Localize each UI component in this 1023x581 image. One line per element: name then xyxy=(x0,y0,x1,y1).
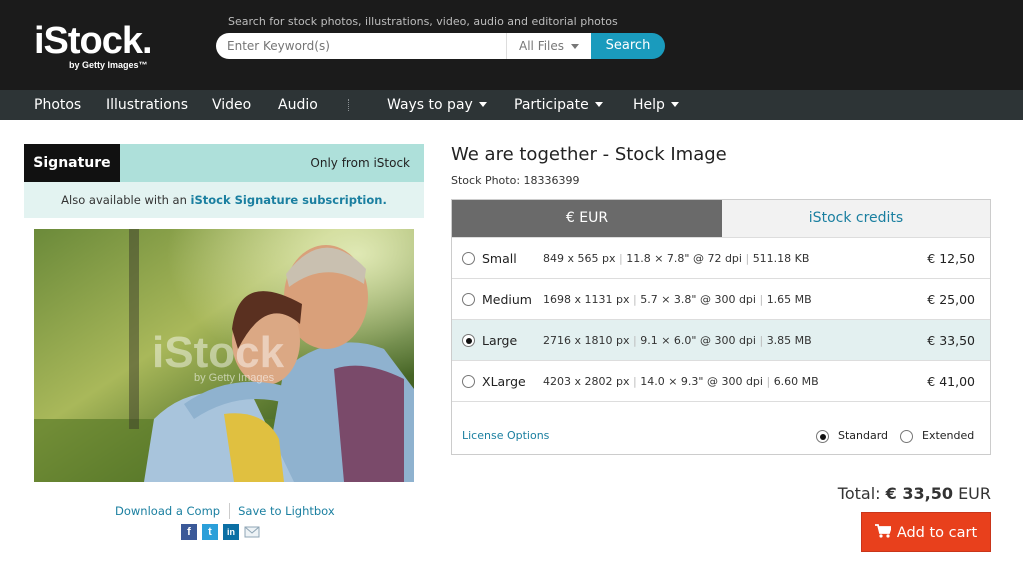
size-price: € 12,50 xyxy=(927,251,975,266)
size-inches: 5.7 × 3.8" @ 300 dpi xyxy=(640,293,756,306)
nav-ways-to-pay[interactable]: Ways to pay xyxy=(387,90,487,120)
photo-illustration: iStock by Getty Images xyxy=(34,229,414,482)
linkedin-icon[interactable]: in xyxy=(223,524,239,540)
license-extended-radio[interactable] xyxy=(900,430,913,443)
size-name: Small xyxy=(482,251,517,266)
save-to-lightbox-link[interactable]: Save to Lightbox xyxy=(238,504,335,518)
size-spec: 1698 x 1131 px | 5.7 × 3.8" @ 300 dpi | … xyxy=(543,293,812,306)
chevron-down-icon xyxy=(594,102,603,107)
total-label: Total: xyxy=(837,484,881,503)
signature-banner: Signature Only from iStock xyxy=(24,144,424,182)
size-radio[interactable] xyxy=(462,375,475,388)
search-button[interactable]: Search xyxy=(591,33,665,59)
watermark-subtext: by Getty Images xyxy=(194,372,275,384)
size-filesize: 511.18 KB xyxy=(752,252,810,265)
cart-icon xyxy=(874,524,893,538)
size-row-medium[interactable]: Medium 1698 x 1131 px | 5.7 × 3.8" @ 300… xyxy=(452,278,990,319)
chevron-down-icon xyxy=(571,44,579,49)
size-pixels: 1698 x 1131 px xyxy=(543,293,630,306)
stock-photo: iStock by Getty Images xyxy=(34,229,414,482)
size-name: XLarge xyxy=(482,374,526,389)
total-value: € 33,50 xyxy=(885,484,953,503)
license-standard-option[interactable]: Standard xyxy=(816,402,888,470)
pricing-table: € EUR iStock credits Small 849 x 565 px … xyxy=(451,199,991,455)
main-nav: Photos Illustrations Video Audio Ways to… xyxy=(0,90,1023,120)
signature-subscription-link[interactable]: iStock Signature subscription. xyxy=(191,193,387,207)
nav-video[interactable]: Video xyxy=(212,90,251,120)
total-currency: EUR xyxy=(958,484,991,503)
size-name: Medium xyxy=(482,292,532,307)
size-inches: 9.1 × 6.0" @ 300 dpi xyxy=(640,334,756,347)
size-row-xlarge[interactable]: XLarge 4203 x 2802 px | 14.0 × 9.3" @ 30… xyxy=(452,360,990,401)
tab-eur[interactable]: € EUR xyxy=(452,200,722,237)
size-radio-selected[interactable] xyxy=(462,334,475,347)
size-row-small[interactable]: Small 849 x 565 px | 11.8 × 7.8" @ 72 dp… xyxy=(452,237,990,278)
add-to-cart-label: Add to cart xyxy=(896,525,978,541)
watermark-text: iStock xyxy=(152,328,285,377)
nav-help-label: Help xyxy=(633,97,665,113)
twitter-icon[interactable]: t xyxy=(202,524,218,540)
logo-subtext: by Getty Images™ xyxy=(69,60,148,70)
facebook-icon[interactable]: f xyxy=(181,524,197,540)
nav-participate-label: Participate xyxy=(514,97,589,113)
download-comp-link[interactable]: Download a Comp xyxy=(115,504,220,518)
file-type-value: All Files xyxy=(519,39,565,53)
license-options-link[interactable]: License Options xyxy=(462,402,549,470)
license-extended-label: Extended xyxy=(922,429,975,442)
signature-only-from: Only from iStock xyxy=(310,156,410,170)
istock-logo[interactable]: iStock. by Getty Images™ xyxy=(34,20,153,70)
license-standard-radio[interactable] xyxy=(816,430,829,443)
nav-ways-to-pay-label: Ways to pay xyxy=(387,97,473,113)
size-price: € 41,00 xyxy=(927,374,975,389)
size-spec: 4203 x 2802 px | 14.0 × 9.3" @ 300 dpi |… xyxy=(543,375,819,388)
size-name: Large xyxy=(482,333,518,348)
size-price: € 33,50 xyxy=(927,333,975,348)
size-filesize: 6.60 MB xyxy=(773,375,819,388)
size-inches: 14.0 × 9.3" @ 300 dpi xyxy=(640,375,763,388)
tab-istock-credits[interactable]: iStock credits xyxy=(722,200,990,237)
size-spec: 849 x 565 px | 11.8 × 7.8" @ 72 dpi | 51… xyxy=(543,252,810,265)
size-spec: 2716 x 1810 px | 9.1 × 6.0" @ 300 dpi | … xyxy=(543,334,812,347)
size-pixels: 2716 x 1810 px xyxy=(543,334,630,347)
stock-photo-id: Stock Photo: 18336399 xyxy=(451,174,580,187)
nav-audio[interactable]: Audio xyxy=(278,90,318,120)
size-radio[interactable] xyxy=(462,293,475,306)
email-icon[interactable] xyxy=(244,524,260,540)
file-type-select[interactable]: All Files xyxy=(506,33,591,59)
size-row-large[interactable]: Large 2716 x 1810 px | 9.1 × 6.0" @ 300 … xyxy=(452,319,990,360)
chevron-down-icon xyxy=(478,102,487,107)
order-total: Total: € 33,50 EUR xyxy=(838,484,991,503)
license-standard-label: Standard xyxy=(838,429,889,442)
header-bar: iStock. by Getty Images™ Search for stoc… xyxy=(0,0,1023,90)
license-row: License Options Standard Extended xyxy=(452,401,990,455)
chevron-down-icon xyxy=(670,102,679,107)
size-pixels: 849 x 565 px xyxy=(543,252,616,265)
signature-also-text: Also available with an xyxy=(61,193,191,207)
size-price: € 25,00 xyxy=(927,292,975,307)
search-input[interactable] xyxy=(216,33,506,59)
nav-participate[interactable]: Participate xyxy=(514,90,603,120)
signature-label: Signature xyxy=(24,144,120,182)
image-actions: Download a Comp Save to Lightbox xyxy=(115,503,335,519)
size-pixels: 4203 x 2802 px xyxy=(543,375,630,388)
size-filesize: 3.85 MB xyxy=(766,334,812,347)
signature-subscription-note: Also available with an iStock Signature … xyxy=(24,182,424,218)
nav-help[interactable]: Help xyxy=(633,90,679,120)
size-radio[interactable] xyxy=(462,252,475,265)
size-inches: 11.8 × 7.8" @ 72 dpi xyxy=(626,252,742,265)
nav-divider xyxy=(348,99,349,111)
add-to-cart-button[interactable]: Add to cart xyxy=(861,512,991,552)
nav-photos[interactable]: Photos xyxy=(34,90,81,120)
nav-illustrations[interactable]: Illustrations xyxy=(106,90,188,120)
search-caption: Search for stock photos, illustrations, … xyxy=(228,15,618,28)
size-filesize: 1.65 MB xyxy=(766,293,812,306)
license-extended-option[interactable]: Extended xyxy=(900,402,974,470)
divider xyxy=(229,503,231,519)
page-title: We are together - Stock Image xyxy=(451,144,727,165)
logo-text: iStock. xyxy=(34,20,153,62)
